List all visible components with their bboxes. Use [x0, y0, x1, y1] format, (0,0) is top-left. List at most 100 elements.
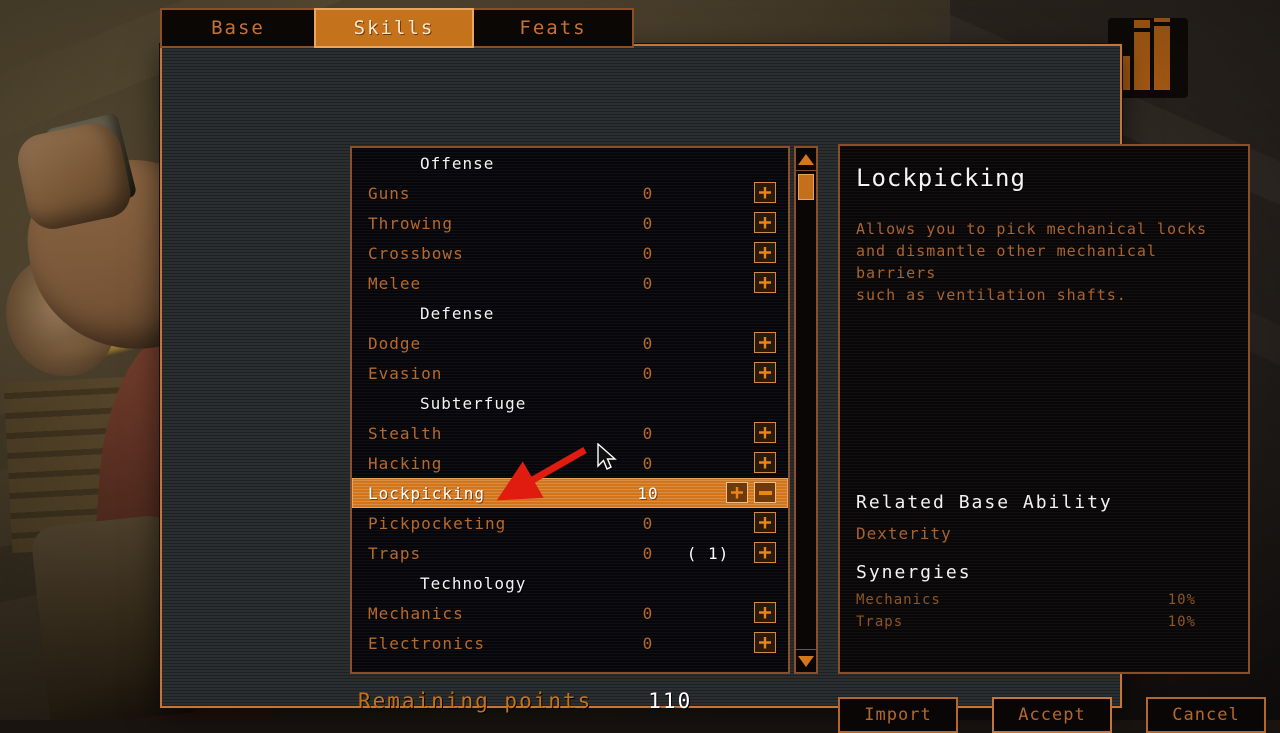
skill-adjust-buttons	[754, 542, 776, 563]
triangle-up-icon	[798, 153, 814, 165]
skill-value: 0	[642, 213, 654, 233]
triangle-down-icon	[798, 655, 814, 667]
minus-icon	[758, 490, 772, 495]
cancel-button[interactable]: Cancel	[1146, 697, 1266, 733]
skill-increase-button[interactable]	[754, 272, 776, 293]
skill-row[interactable]: Traps 0 ( 1)	[352, 538, 788, 568]
skill-value: 0	[642, 183, 654, 203]
tab-bar: Base Skills Feats	[160, 8, 634, 48]
skill-name: Electronics	[368, 633, 485, 653]
skill-name: Dodge	[368, 333, 422, 353]
skill-row[interactable]: Hacking 0	[352, 448, 788, 478]
skill-row[interactable]: Stealth 0	[352, 418, 788, 448]
skill-description-line: such as ventilation shafts.	[856, 286, 1127, 304]
skill-row[interactable]: Lockpicking 10	[352, 478, 788, 508]
skill-value: 0	[642, 513, 654, 533]
skill-info-title: Lockpicking	[856, 164, 1026, 192]
synergy-name: Traps	[856, 614, 904, 630]
skill-description-line: and dismantle other mechanical barriers	[856, 242, 1157, 282]
skill-row[interactable]: Dodge 0	[352, 328, 788, 358]
skill-row[interactable]: Evasion 0	[352, 358, 788, 388]
synergy-value: 10%	[1167, 614, 1196, 630]
skill-increase-button[interactable]	[754, 212, 776, 233]
skill-name: Traps	[368, 543, 422, 563]
plus-icon	[759, 186, 771, 199]
skill-adjust-buttons	[754, 422, 776, 443]
related-ability-heading: Related Base Ability	[856, 492, 1113, 513]
skill-adjust-buttons	[754, 512, 776, 533]
skill-increase-button[interactable]	[754, 632, 776, 653]
skill-name: Hacking	[368, 453, 443, 473]
skill-increase-button[interactable]	[754, 332, 776, 353]
skill-row[interactable]: Pickpocketing 0	[352, 508, 788, 538]
skill-increase-button[interactable]	[754, 242, 776, 263]
skill-category-label: Offense	[420, 153, 495, 173]
plus-icon	[759, 456, 771, 469]
skill-value: 0	[642, 453, 654, 473]
synergies-heading: Synergies	[856, 562, 972, 583]
synergy-value: 10%	[1167, 592, 1196, 608]
skill-name: Guns	[368, 183, 411, 203]
skill-adjust-buttons	[754, 452, 776, 473]
skill-row[interactable]: Electronics 0	[352, 628, 788, 658]
remaining-points: Remaining points 110	[358, 689, 692, 713]
skill-value: 0	[642, 633, 654, 653]
skill-name: Evasion	[368, 363, 443, 383]
skill-category-header: Subterfuge	[352, 388, 788, 418]
skill-adjust-buttons	[754, 362, 776, 383]
tab-skills[interactable]: Skills	[314, 8, 474, 48]
skill-increase-button[interactable]	[754, 512, 776, 533]
skill-name: Pickpocketing	[368, 513, 507, 533]
accept-button[interactable]: Accept	[992, 697, 1112, 733]
skill-bonus-value: ( 1)	[686, 543, 730, 563]
mouse-pointer-icon	[597, 443, 617, 470]
skill-increase-button[interactable]	[754, 452, 776, 473]
skill-row[interactable]: Melee 0	[352, 268, 788, 298]
skill-value: 0	[642, 273, 654, 293]
skill-value: 0	[642, 423, 654, 443]
dialog-button-row: Import Accept Cancel	[838, 697, 1266, 733]
skill-row[interactable]: Mechanics 0	[352, 598, 788, 628]
skill-value: 0	[642, 603, 654, 623]
skill-adjust-buttons	[754, 632, 776, 653]
skill-decrease-button[interactable]	[754, 482, 776, 503]
scrollbar-thumb[interactable]	[798, 174, 814, 200]
plus-icon	[759, 426, 771, 439]
skill-category-header: Offense	[352, 148, 788, 178]
skill-adjust-buttons	[754, 602, 776, 623]
skill-adjust-buttons	[754, 242, 776, 263]
skill-name: Lockpicking	[368, 483, 485, 503]
scroll-down-button[interactable]	[796, 649, 816, 672]
tab-feats[interactable]: Feats	[474, 8, 634, 48]
skill-adjust-buttons	[726, 482, 776, 503]
skill-increase-button[interactable]	[754, 182, 776, 203]
skill-category-header: Defense	[352, 298, 788, 328]
skill-increase-button[interactable]	[754, 422, 776, 443]
plus-icon	[731, 486, 743, 499]
skill-increase-button[interactable]	[754, 542, 776, 563]
skill-increase-button[interactable]	[726, 482, 748, 503]
skill-name: Stealth	[368, 423, 443, 443]
scroll-up-button[interactable]	[796, 148, 816, 171]
tab-base-label: Base	[211, 17, 265, 39]
skill-adjust-buttons	[754, 332, 776, 353]
skill-increase-button[interactable]	[754, 362, 776, 383]
skill-value: 0	[642, 243, 654, 263]
skill-row[interactable]: Guns 0	[352, 178, 788, 208]
skill-name: Melee	[368, 273, 422, 293]
plus-icon	[759, 246, 771, 259]
skill-increase-button[interactable]	[754, 602, 776, 623]
skill-description-line: Allows you to pick mechanical locks	[856, 220, 1208, 238]
skill-row[interactable]: Crossbows 0	[352, 238, 788, 268]
skill-category-label: Defense	[420, 303, 495, 323]
skill-list-scrollbar[interactable]	[794, 146, 818, 674]
synergy-row: Traps 10%	[856, 614, 1196, 630]
skill-name: Crossbows	[368, 243, 464, 263]
skill-row[interactable]: Throwing 0	[352, 208, 788, 238]
plus-icon	[759, 546, 771, 559]
skill-list-panel[interactable]: Offense Guns 0 Throwing 0 Crossbows 0 Melee 0 Def…	[350, 146, 790, 674]
tab-skills-label: Skills	[353, 17, 435, 39]
import-button-label: Import	[864, 705, 932, 725]
tab-base[interactable]: Base	[160, 8, 314, 48]
import-button[interactable]: Import	[838, 697, 958, 733]
